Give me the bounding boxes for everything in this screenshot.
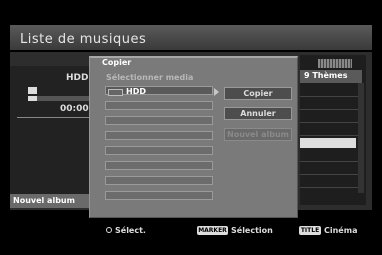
new-album-label: Nouvel album (13, 196, 75, 205)
disc-icon (28, 87, 37, 94)
footer-marker-label: Sélection (231, 226, 273, 235)
media-item[interactable] (105, 191, 213, 200)
media-item[interactable] (105, 101, 213, 110)
track-row[interactable] (300, 187, 358, 188)
media-item[interactable] (105, 161, 213, 170)
progress-bar (28, 96, 91, 101)
copy-button[interactable]: Copier (224, 87, 292, 100)
arrow-right-icon (214, 88, 219, 96)
cancel-button[interactable]: Annuler (224, 107, 292, 120)
track-row[interactable] (300, 96, 358, 97)
divider (17, 117, 92, 118)
track-row-selected[interactable] (300, 138, 356, 148)
counter-box (318, 59, 352, 68)
track-row[interactable] (300, 161, 358, 162)
footer-title-label: Cinéma (324, 226, 358, 235)
hdd-icon (108, 89, 123, 96)
scrollbar[interactable] (358, 83, 364, 193)
marker-badge: MARKER (197, 226, 228, 235)
dialog-title: Copier (102, 58, 132, 67)
time-label: 00:00 (60, 104, 89, 114)
footer-select-label: Sélect. (115, 226, 146, 235)
dialog-subtitle: Sélectionner media (106, 73, 194, 82)
screen: Liste de musiques HDD 00:00 9 Thèmes Nou… (0, 0, 382, 255)
track-row[interactable] (300, 174, 358, 175)
media-item-label: HDD (126, 87, 146, 96)
page-title: Liste de musiques (20, 32, 147, 47)
progress-fill (28, 96, 38, 101)
title-badge: TITLE (299, 226, 321, 235)
track-row[interactable] (300, 122, 358, 123)
themes-count-label: 9 Thèmes (304, 71, 348, 80)
media-item[interactable] (105, 131, 213, 140)
track-row[interactable] (300, 109, 358, 110)
media-item[interactable] (105, 146, 213, 155)
media-item[interactable] (105, 116, 213, 125)
enter-icon (106, 227, 112, 233)
source-label: HDD (66, 73, 89, 83)
track-row[interactable] (300, 135, 358, 136)
left-panel (10, 66, 93, 194)
media-item[interactable] (105, 176, 213, 185)
new-album-dialog-button[interactable]: Nouvel album (224, 128, 292, 141)
